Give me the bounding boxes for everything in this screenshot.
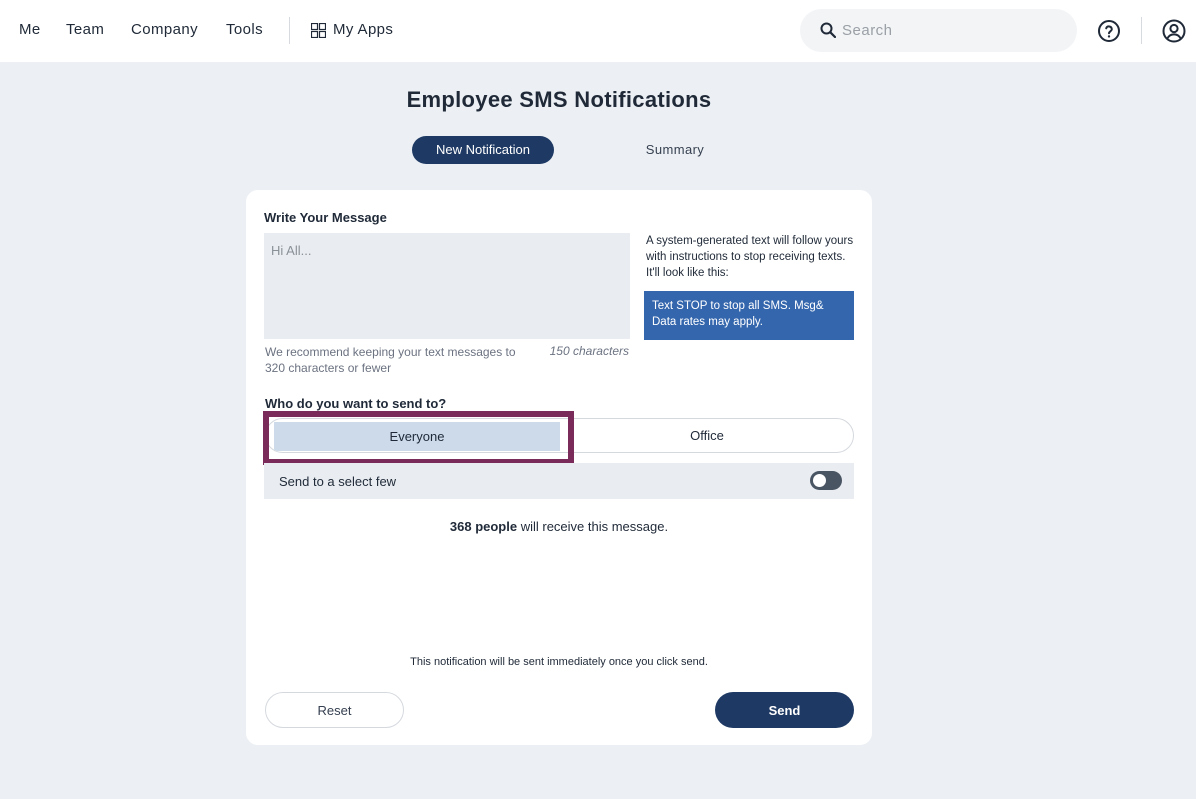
top-navigation-bar: Me Team Company Tools My Apps xyxy=(0,0,1196,62)
nav-divider xyxy=(1141,17,1142,44)
reset-button[interactable]: Reset xyxy=(265,692,404,728)
user-circle-icon[interactable] xyxy=(1162,19,1186,43)
character-count: 150 characters xyxy=(549,344,629,358)
select-few-row: Send to a select few xyxy=(264,463,854,499)
nav-divider xyxy=(289,17,290,44)
select-few-toggle[interactable] xyxy=(810,471,842,490)
recipient-summary-text: will receive this message. xyxy=(517,519,669,534)
message-length-hint: We recommend keeping your text messages … xyxy=(265,345,516,375)
tab-new-notification[interactable]: New Notification xyxy=(412,136,554,164)
recipient-summary: 368 people will receive this message. xyxy=(246,519,872,534)
nav-item-me[interactable]: Me xyxy=(19,21,41,39)
grid-icon[interactable] xyxy=(311,23,326,38)
audience-segmented-control: Everyone Office xyxy=(265,418,854,453)
help-circle-icon[interactable] xyxy=(1097,19,1121,43)
search-input[interactable] xyxy=(842,20,1062,40)
select-few-label: Send to a select few xyxy=(279,474,397,489)
nav-item-team[interactable]: Team xyxy=(66,21,104,39)
system-text-note: A system-generated text will follow your… xyxy=(646,235,854,279)
search-box[interactable] xyxy=(800,9,1077,52)
search-icon xyxy=(820,22,836,38)
audience-label: Who do you want to send to? xyxy=(265,396,447,411)
tab-summary[interactable]: Summary xyxy=(605,136,745,164)
message-textarea[interactable] xyxy=(264,233,630,339)
audience-option-everyone[interactable]: Everyone xyxy=(274,422,560,451)
page-title: Employee SMS Notifications xyxy=(406,87,712,112)
message-label: Write Your Message xyxy=(264,210,387,225)
send-button[interactable]: Send xyxy=(715,692,854,728)
recipient-count: 368 people xyxy=(449,519,518,534)
stop-message-preview: Text STOP to stop all SMS. Msg& Data rat… xyxy=(644,291,854,340)
audience-option-office[interactable]: Office xyxy=(560,419,853,452)
notification-form-card: Write Your Message We recommend keeping … xyxy=(246,190,872,745)
send-immediately-note: This notification will be sent immediate… xyxy=(410,656,708,668)
nav-item-my-apps[interactable]: My Apps xyxy=(333,21,393,39)
nav-item-company[interactable]: Company xyxy=(131,21,198,39)
nav-item-tools[interactable]: Tools xyxy=(226,21,263,39)
toggle-knob xyxy=(813,474,826,487)
